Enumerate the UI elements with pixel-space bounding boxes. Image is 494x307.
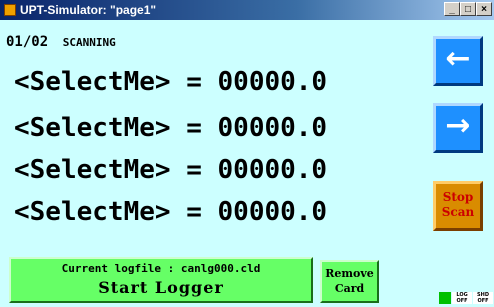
stop-scan-label-line1: Stop — [442, 190, 474, 204]
log-indicator-state: OFF — [456, 298, 468, 304]
arrow-right-icon: → — [445, 108, 471, 143]
page-indicator: 01/02 — [6, 34, 49, 50]
log-indicator: LOG OFF — [452, 292, 472, 304]
start-logger-button[interactable]: Current logfile : canlg000.cld Start Log… — [9, 257, 313, 303]
reading-label[interactable]: <SelectMe> — [14, 113, 171, 143]
reading-value: 00000.0 — [217, 197, 328, 227]
reading-equals: = — [186, 113, 202, 143]
shd-indicator-state: OFF — [477, 298, 489, 304]
minimize-button[interactable]: _ — [444, 2, 460, 16]
prev-page-button[interactable]: ← — [433, 36, 483, 86]
reading-equals: = — [186, 197, 202, 227]
next-page-button[interactable]: → — [433, 103, 483, 153]
reading-label[interactable]: <SelectMe> — [14, 197, 171, 227]
remove-card-button[interactable]: Remove Card — [320, 260, 379, 303]
remove-card-label-line1: Remove — [325, 267, 374, 280]
maximize-button[interactable]: □ — [460, 2, 476, 16]
reading-label[interactable]: <SelectMe> — [14, 67, 171, 97]
power-indicator — [439, 292, 451, 304]
reading-value: 00000.0 — [217, 67, 328, 97]
scan-status: SCANNING — [62, 36, 116, 49]
reading-row[interactable]: <SelectMe> = 00000.0 — [14, 197, 327, 227]
title-bar: UPT-Simulator: "page1" _ □ × — [0, 0, 494, 20]
stop-scan-button[interactable]: Stop Scan — [433, 181, 483, 231]
status-line: 01/02 SCANNING — [6, 34, 116, 50]
stop-scan-label-line2: Scan — [441, 205, 475, 219]
status-indicators: LOG OFF SHD OFF — [439, 292, 494, 304]
remove-card-label-line2: Card — [334, 282, 365, 295]
current-logfile-label: Current logfile : canlg000.cld — [61, 262, 261, 275]
reading-row[interactable]: <SelectMe> = 00000.0 — [14, 67, 327, 97]
window-title: UPT-Simulator: "page1" — [20, 3, 157, 17]
reading-label[interactable]: <SelectMe> — [14, 155, 171, 185]
reading-row[interactable]: <SelectMe> = 00000.0 — [14, 113, 327, 143]
reading-equals: = — [186, 155, 202, 185]
close-button[interactable]: × — [476, 2, 492, 16]
arrow-left-icon: ← — [445, 41, 471, 76]
reading-equals: = — [186, 67, 202, 97]
reading-value: 00000.0 — [217, 113, 328, 143]
reading-value: 00000.0 — [217, 155, 328, 185]
window-controls: _ □ × — [444, 2, 492, 16]
reading-row[interactable]: <SelectMe> = 00000.0 — [14, 155, 327, 185]
app-icon — [4, 4, 16, 16]
start-logger-label: Start Logger — [98, 278, 224, 297]
shd-indicator: SHD OFF — [473, 292, 493, 304]
